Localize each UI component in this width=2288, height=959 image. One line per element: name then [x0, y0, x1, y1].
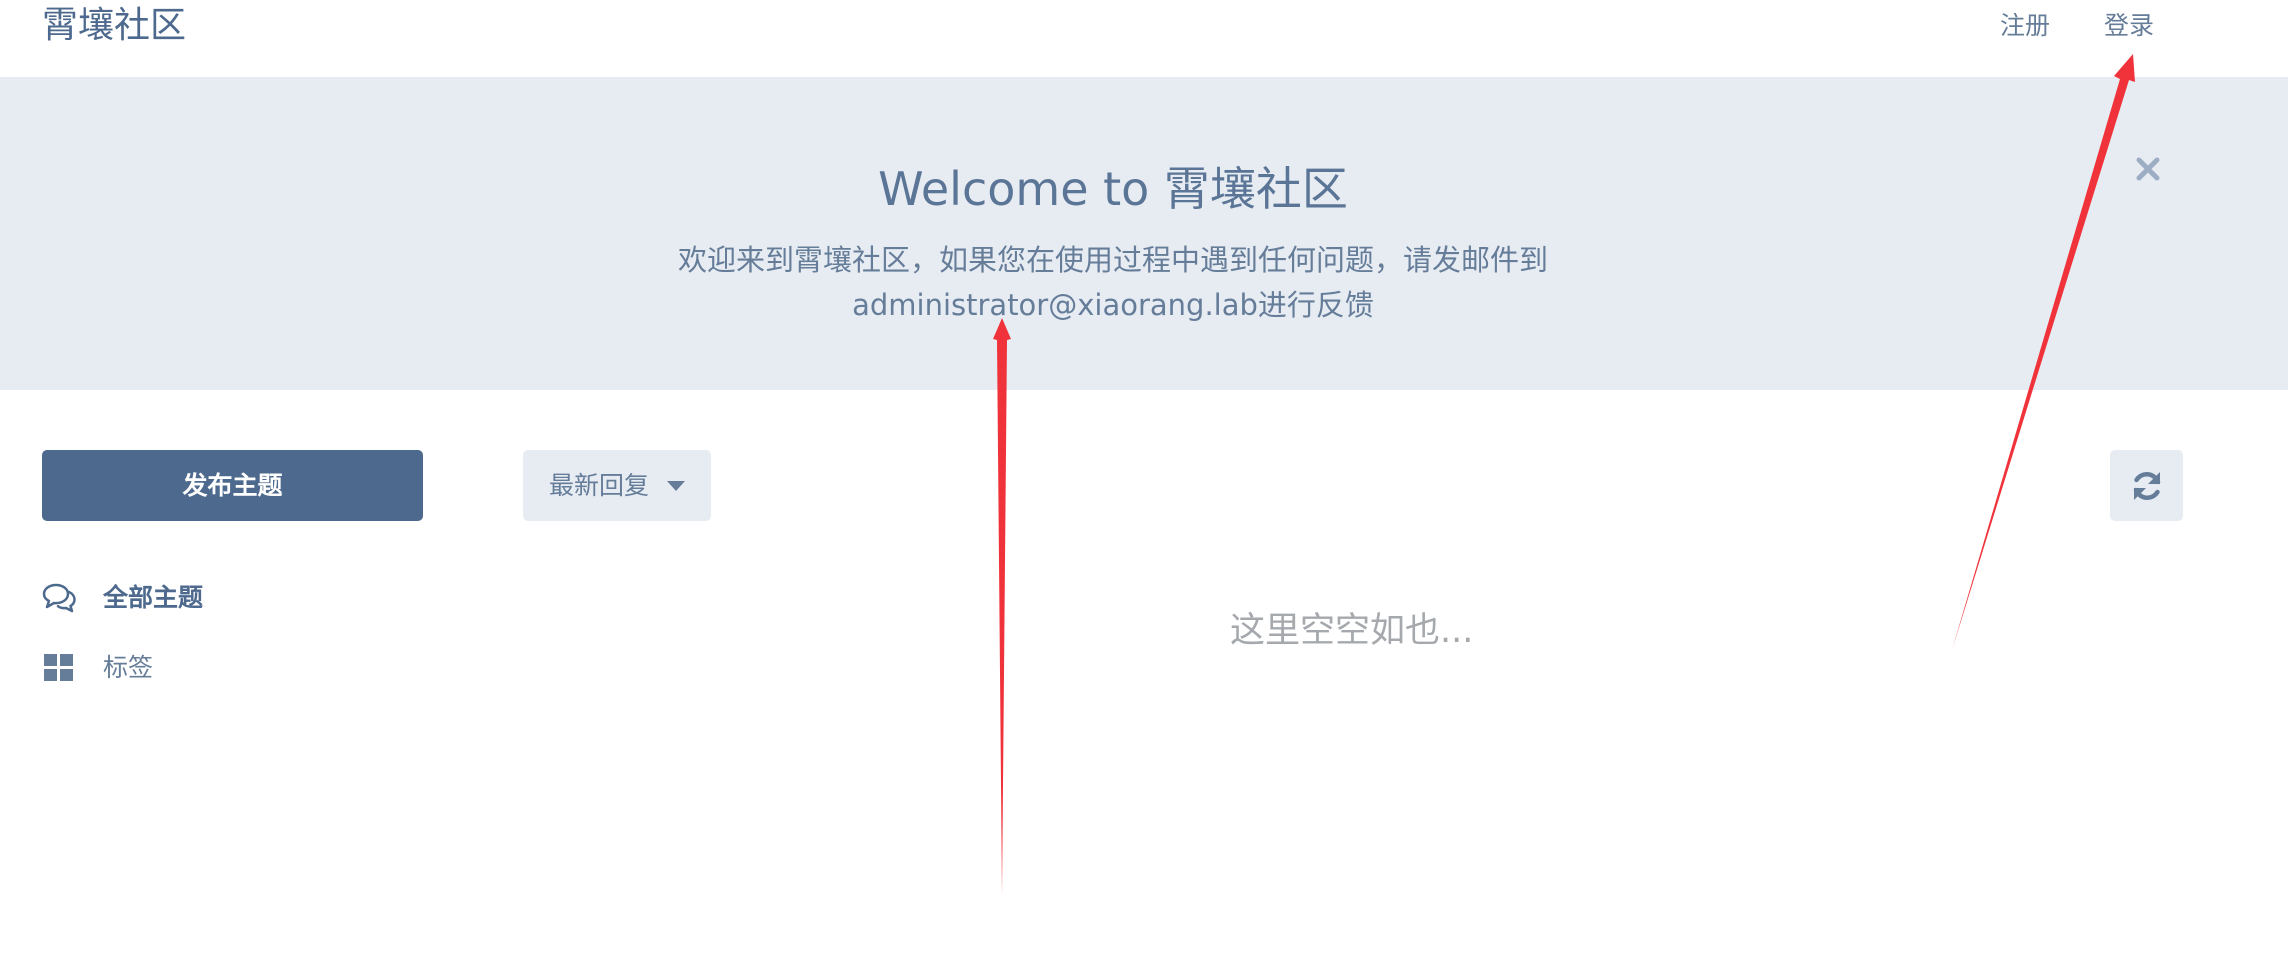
register-link[interactable]: 注册 [2000, 8, 2050, 44]
grid-icon [44, 654, 73, 681]
refresh-button[interactable] [2110, 450, 2183, 521]
sidebar-item-all-discussions[interactable]: 全部主题 [42, 578, 342, 618]
caret-down-icon [667, 481, 685, 491]
sort-dropdown[interactable]: 最新回复 [523, 450, 711, 521]
close-icon[interactable] [2128, 149, 2168, 189]
welcome-hero: Welcome to 霄壤社区 欢迎来到霄壤社区，如果您在使用过程中遇到任何问题… [0, 77, 2288, 390]
site-header: 霄壤社区 注册 登录 [0, 0, 2288, 77]
refresh-icon [2133, 472, 2161, 500]
sidebar-item-tags[interactable]: 标签 [42, 648, 342, 688]
empty-state-message: 这里空空如也... [1230, 611, 1474, 651]
hero-title: Welcome to 霄壤社区 [878, 162, 1348, 216]
sort-label: 最新回复 [549, 471, 650, 500]
annotation-arrow-email [993, 318, 1011, 895]
site-title[interactable]: 霄壤社区 [42, 0, 186, 52]
hero-description: 欢迎来到霄壤社区，如果您在使用过程中遇到任何问题，请发邮件到administra… [677, 243, 1548, 322]
sidebar-item-label: 标签 [103, 653, 154, 682]
sidebar-item-label: 全部主题 [103, 583, 204, 612]
login-link[interactable]: 登录 [2104, 8, 2154, 44]
new-discussion-button[interactable]: 发布主题 [42, 450, 423, 521]
comments-icon [42, 583, 76, 613]
